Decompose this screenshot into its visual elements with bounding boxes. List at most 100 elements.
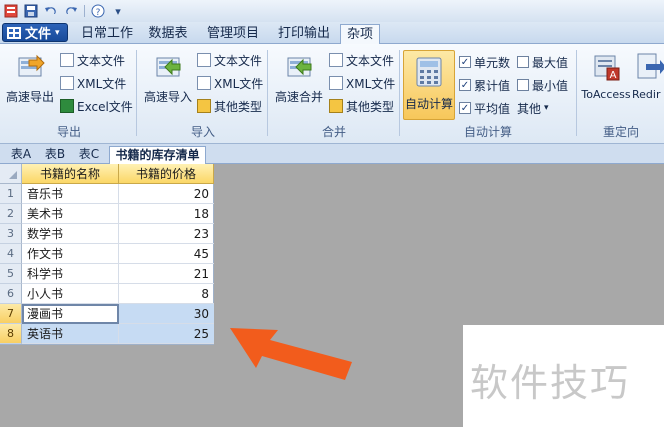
cell-name[interactable]: 科学书: [22, 264, 119, 284]
cell-price[interactable]: 18: [119, 204, 214, 224]
export-xml-button[interactable]: XML文件: [60, 73, 126, 93]
sum-checkbox[interactable]: ✓ 累计值: [459, 75, 510, 95]
import-other-button[interactable]: 其他类型: [197, 96, 262, 116]
customize-toolbar-icon[interactable]: ▾: [111, 4, 125, 18]
merge-text-button[interactable]: 文本文件: [329, 50, 394, 70]
cell-name[interactable]: 英语书: [22, 324, 119, 344]
sheet-tab-a[interactable]: 表A: [8, 146, 34, 164]
cell-price[interactable]: 8: [119, 284, 214, 304]
help-icon[interactable]: ?: [91, 4, 105, 18]
sheet-tab-book-inventory[interactable]: 书籍的库存清单: [109, 146, 206, 164]
svg-text:A: A: [610, 70, 617, 81]
calculator-icon: [414, 57, 444, 87]
table-row[interactable]: 1 音乐书 20: [0, 184, 214, 204]
cell-price[interactable]: 45: [119, 244, 214, 264]
table-row[interactable]: 5 科学书 21: [0, 264, 214, 284]
row-number[interactable]: 6: [0, 284, 22, 304]
fast-import-button[interactable]: 高速导入: [142, 52, 194, 105]
cell-name[interactable]: 音乐书: [22, 184, 119, 204]
file-menu-button[interactable]: 文件 ▾: [2, 23, 68, 42]
watermark-text: 软件技巧: [470, 361, 631, 405]
table-row[interactable]: 2 美术书 18: [0, 204, 214, 224]
row-number[interactable]: 8: [0, 324, 22, 344]
count-checkbox[interactable]: ✓ 单元数: [459, 52, 510, 72]
import-xml-button[interactable]: XML文件: [197, 73, 263, 93]
export-excel-button[interactable]: Excel文件: [60, 96, 133, 116]
column-header-name[interactable]: 书籍的名称: [22, 164, 119, 184]
to-access-button[interactable]: A ToAccess: [580, 52, 632, 101]
merge-other-button[interactable]: 其他类型: [329, 96, 394, 116]
import-text-label: 文本文件: [214, 53, 263, 68]
row-number[interactable]: 1: [0, 184, 22, 204]
redo-icon[interactable]: [64, 4, 78, 18]
save-icon[interactable]: [24, 4, 38, 18]
sum-label: 累计值: [474, 78, 511, 93]
text-file-icon: [329, 53, 343, 67]
undo-icon[interactable]: [44, 4, 58, 18]
import-text-button[interactable]: 文本文件: [197, 50, 262, 70]
cell-price[interactable]: 20: [119, 184, 214, 204]
table-row[interactable]: 6 小人书 8: [0, 284, 214, 304]
group-label-export: 导出: [56, 125, 81, 139]
average-checkbox[interactable]: ✓ 平均值: [459, 98, 510, 118]
empty-checkbox-icon: [517, 79, 529, 91]
export-text-label: 文本文件: [77, 53, 126, 68]
group-label-redirect: 重定向: [602, 125, 639, 139]
table-row[interactable]: 3 数学书 23: [0, 224, 214, 244]
row-number[interactable]: 4: [0, 244, 22, 264]
group-divider: [576, 50, 577, 136]
tab-daily-work[interactable]: 日常工作: [74, 24, 140, 44]
fast-merge-button[interactable]: 高速合并: [272, 52, 326, 105]
xml-file-icon: [60, 76, 74, 90]
redirect-button[interactable]: Redir: [632, 52, 664, 101]
table-row-selected[interactable]: 8 英语书 25: [0, 324, 214, 344]
checkmark-icon: ✓: [459, 79, 471, 91]
svg-text:?: ?: [96, 8, 101, 18]
cell-name[interactable]: 小人书: [22, 284, 119, 304]
tab-print-output[interactable]: 打印输出: [272, 24, 336, 44]
max-checkbox[interactable]: 最大值: [517, 52, 568, 72]
row-number[interactable]: 3: [0, 224, 22, 244]
row-number[interactable]: 5: [0, 264, 22, 284]
row-number[interactable]: 7: [0, 304, 22, 324]
cell-price[interactable]: 30: [119, 304, 214, 324]
sheet-tab-b[interactable]: 表B: [42, 146, 68, 164]
tab-misc[interactable]: 杂项: [340, 24, 380, 45]
data-grid[interactable]: 书籍的名称 书籍的价格 1 音乐书 20 2 美术书 18 3 数学书 23 4 作文书 45 …: [0, 164, 214, 345]
ribbon-panel: 高速导出 文本文件 XML文件 Excel文件 导出 高速导入 文本文件 XML…: [0, 44, 664, 144]
merge-xml-button[interactable]: XML文件: [329, 73, 395, 93]
fast-import-label: 高速导入: [143, 90, 192, 104]
annotation-arrow-icon: [230, 328, 352, 380]
fast-export-button[interactable]: 高速导出: [4, 52, 56, 105]
merge-other-label: 其他类型: [346, 99, 395, 114]
select-all-corner[interactable]: [0, 164, 22, 184]
toolbar-divider: [84, 5, 85, 17]
fast-export-label: 高速导出: [5, 90, 54, 104]
cell-price[interactable]: 21: [119, 264, 214, 284]
table-row-selected[interactable]: 7 漫画书 30: [0, 304, 214, 324]
row-number[interactable]: 2: [0, 204, 22, 224]
cell-name-active[interactable]: 漫画书: [22, 304, 119, 324]
column-header-price[interactable]: 书籍的价格: [119, 164, 214, 184]
table-row[interactable]: 4 作文书 45: [0, 244, 214, 264]
cell-price[interactable]: 25: [119, 324, 214, 344]
other-stats-dropdown[interactable]: 其他 ▾: [517, 98, 549, 118]
export-icon: [15, 52, 45, 82]
auto-calc-button[interactable]: 自动计算: [403, 50, 455, 120]
chevron-down-icon: ▾: [544, 103, 549, 113]
cell-name[interactable]: 美术书: [22, 204, 119, 224]
import-xml-label: XML文件: [214, 76, 264, 91]
xml-file-icon: [329, 76, 343, 90]
sheet-tab-c[interactable]: 表C: [76, 146, 102, 164]
min-checkbox[interactable]: 最小值: [517, 75, 568, 95]
tab-manage-project[interactable]: 管理项目: [198, 24, 268, 44]
cell-name[interactable]: 作文书: [22, 244, 119, 264]
cell-name[interactable]: 数学书: [22, 224, 119, 244]
xml-file-icon: [197, 76, 211, 90]
group-label-import: 导入: [190, 125, 215, 139]
import-icon: [153, 52, 183, 82]
cell-price[interactable]: 23: [119, 224, 214, 244]
export-text-button[interactable]: 文本文件: [60, 50, 125, 70]
tab-datasheet[interactable]: 数据表: [142, 24, 194, 44]
export-excel-label: Excel文件: [77, 99, 133, 114]
